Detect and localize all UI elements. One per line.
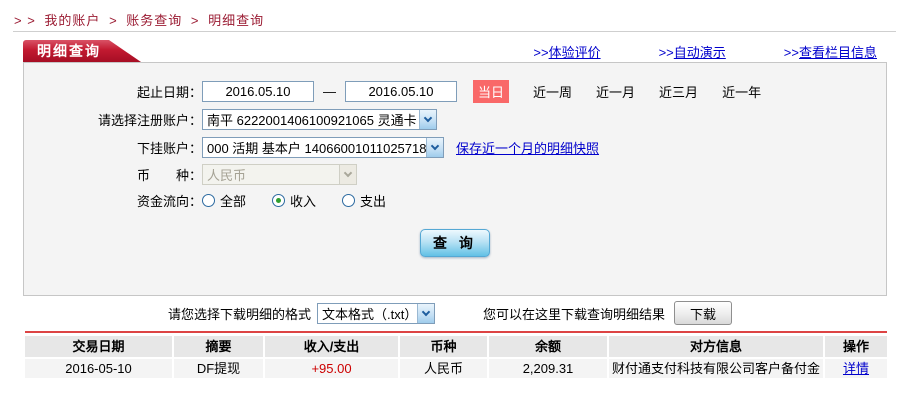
chevron-down-icon[interactable] [417,303,435,323]
table-cell: 财付通支付科技有限公司客户备付金 [609,359,823,378]
save-snapshot-link[interactable]: 保存近一个月的明细快照 [456,138,599,157]
quick-range-today[interactable]: 当日 [473,79,510,103]
table-header-cell: 摘要 [174,336,263,357]
flow-direction-row: 资金流向： 全部 收入 支出 [24,189,886,211]
page-title-tab: 明细查询 [23,40,141,62]
table-header-cell: 操作 [825,336,887,357]
table-header-cell: 对方信息 [609,336,823,357]
date-to-input[interactable] [345,80,457,102]
register-account-label: 请选择注册账户： [97,112,202,128]
table-cell: 2016-05-10 [25,359,172,378]
chevron-down-icon[interactable] [419,109,436,129]
result-table: 交易日期 摘要 收入/支出 币种 余额 对方信息 操作 2016-05-10 DF提现 +95.… [25,336,887,380]
breadcrumb-separator: > [109,13,118,28]
date-range-row: 起止日期： — 当日 近一周 近一月 近三月 近一年 [24,79,886,103]
section-header: 明细查询 >>体验评价 >>自动演示 >>查看栏目信息 [23,40,887,62]
breadcrumb: > > 我的账户 > 账务查询 > 明细查询 [14,10,268,29]
quick-range-week[interactable]: 近一周 [533,82,572,101]
quick-range-year[interactable]: 近一年 [722,82,761,101]
table-header-row: 交易日期 摘要 收入/支出 币种 余额 对方信息 操作 [25,336,887,357]
table-cell: +95.00 [265,359,398,378]
table-header-cell: 币种 [400,336,487,357]
query-form-panel: 起止日期： — 当日 近一周 近一月 近三月 近一年 请选择注册账户： 南平 6… [23,62,887,296]
table-row: 2016-05-10 DF提现 +95.00 人民币 2,209.31 财付通支付科技有限… [25,359,887,378]
download-row: 请您选择下载明细的格式 文本格式（.txt） 您可以在这里下载查询明细结果 下载 [23,300,887,326]
quick-range-month[interactable]: 近一月 [596,82,635,101]
breadcrumb-item-account-query[interactable]: 账务查询 [126,13,182,28]
sub-account-label: 下挂账户： [136,140,202,156]
breadcrumb-item-detail-query[interactable]: 明细查询 [208,13,264,28]
download-format-label: 请您选择下载明细的格式 [168,306,312,322]
chevron-down-icon[interactable] [426,137,443,157]
flow-radio-income[interactable]: 收入 [272,191,316,210]
date-from-input[interactable] [202,80,314,102]
table-header-cell: 余额 [489,336,607,357]
sub-account-row: 下挂账户： 000 活期 基本户 1406600101102571848 保存近… [24,136,886,158]
currency-select: 人民币 [202,163,357,185]
download-format-select[interactable]: 文本格式（.txt） [317,302,436,324]
download-button[interactable]: 下载 [674,301,733,325]
experience-rating-link[interactable]: >>体验评价 [533,42,600,61]
date-range-label: 起止日期： [136,84,202,100]
radio-icon[interactable] [342,193,356,207]
breadcrumb-prefix: > > [14,13,36,28]
table-cell: DF提现 [174,359,263,378]
table-cell: 详情 [825,359,887,378]
radio-icon[interactable] [272,193,286,207]
chevron-down-icon [339,164,356,184]
table-cell: 人民币 [400,359,487,378]
breadcrumb-item-my-account[interactable]: 我的账户 [44,13,100,28]
query-button-row: 查 询 [24,229,886,257]
header-links: >>体验评价 >>自动演示 >>查看栏目信息 [533,42,887,61]
table-top-divider [25,331,887,333]
breadcrumb-separator: > [190,13,200,28]
radio-icon[interactable] [202,193,215,207]
date-range-dash: — [323,83,336,99]
auto-demo-link[interactable]: >>自动演示 [659,42,726,61]
download-result-label: 您可以在这里下载查询明细结果 [483,306,666,322]
flow-direction-label: 资金流向： [136,193,202,209]
register-account-select[interactable]: 南平 6222001406100921065 灵通卡 [202,108,437,130]
breadcrumb-divider [13,31,896,32]
currency-row: 币 种： 人民币 [24,163,886,185]
table-header-cell: 交易日期 [25,336,172,357]
detail-link[interactable]: 详情 [843,361,869,376]
register-account-row: 请选择注册账户： 南平 6222001406100921065 灵通卡 [24,108,886,130]
sub-account-select[interactable]: 000 活期 基本户 1406600101102571848 [202,136,444,158]
flow-radio-expense[interactable]: 支出 [342,191,386,210]
column-info-link[interactable]: >>查看栏目信息 [784,42,877,61]
flow-radio-all[interactable]: 全部 [202,191,246,210]
table-cell: 2,209.31 [489,359,607,378]
currency-label: 币 种： [136,167,202,183]
table-header-cell: 收入/支出 [265,336,398,357]
query-button[interactable]: 查 询 [420,229,490,257]
quick-range-quarter[interactable]: 近三月 [659,82,698,101]
